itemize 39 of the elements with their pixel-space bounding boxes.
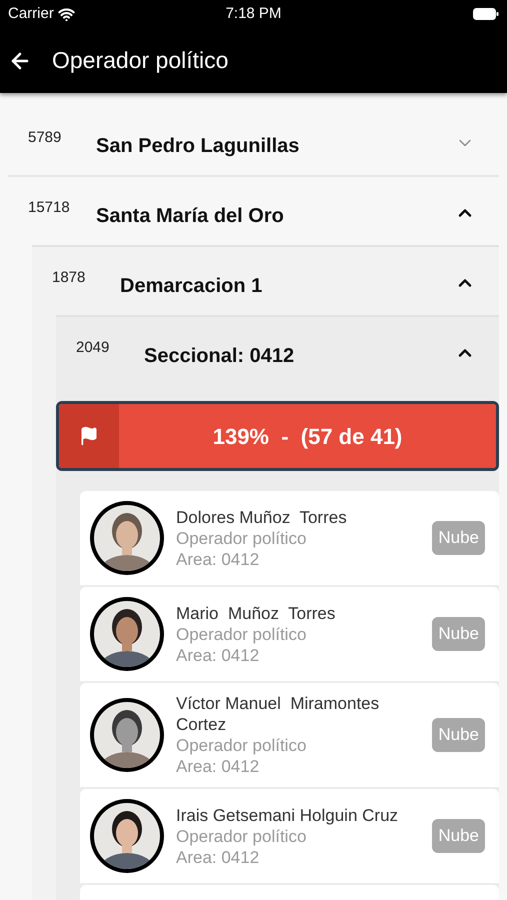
progress-text: 139% - (57 de 41)	[212, 422, 402, 451]
person-name: Mario Muñoz Torres	[176, 602, 336, 624]
item-name: Seccional: 0412	[144, 344, 296, 369]
wifi-icon	[58, 6, 75, 22]
carrier-text: Carrier	[8, 4, 54, 24]
accordion-header[interactable]: 5789 San Pedro Lagunillas	[8, 107, 499, 175]
item-code: 15718	[28, 198, 71, 218]
clock-text: 7:18 PM	[226, 4, 282, 24]
flag-icon	[79, 426, 99, 446]
person-card[interactable]: Víctor Manuel Miramontes Cortez Operador político Area: 0412 Nube	[80, 683, 499, 787]
person-role: Operador político	[176, 624, 308, 644]
status-badge: Nube	[432, 819, 485, 853]
person-area: Area: 0412	[176, 548, 420, 570]
screen-title: Operador político	[52, 46, 228, 76]
person-name: Víctor Manuel Miramontes Cortez	[176, 693, 380, 735]
person-card[interactable]: Mario Muñoz Torres Operador político Area: 0412 Nube	[80, 587, 499, 681]
status-badge: Nube	[432, 617, 485, 651]
person-card[interactable]: Dolores Muñoz Torres Operador político Area: 0412 Nube	[80, 491, 499, 585]
person-area: Area: 0412	[176, 756, 420, 777]
person-name: Dolores Muñoz Torres	[176, 506, 348, 528]
status-badge: Nube	[432, 718, 485, 752]
person-area: Area: 0412	[176, 644, 420, 666]
person-role: Operador político	[176, 735, 308, 756]
item-name: Santa María del Oro	[96, 204, 285, 229]
item-name: Demarcacion 1	[120, 274, 264, 299]
accordion-header[interactable]: 1878 Demarcacion 1	[32, 247, 499, 315]
battery-icon	[473, 8, 499, 20]
item-code: 1878	[52, 268, 86, 288]
person-role: Operador político	[176, 826, 308, 846]
person-card[interactable]: Irais Getsemani Holguin Cruz Operador político Area: 0412 Nube	[80, 789, 499, 883]
item-code: 2049	[76, 338, 110, 358]
status-badge: Nube	[432, 521, 485, 555]
accordion-header[interactable]: 2049 Seccional: 0412	[56, 317, 499, 385]
item-code: 5789	[28, 128, 62, 148]
person-name: Irais Getsemani Holguin Cruz	[176, 804, 400, 826]
item-name: San Pedro Lagunillas	[96, 134, 300, 159]
accordion-header[interactable]: 15718 Santa María del Oro	[8, 177, 499, 245]
person-area: Area: 0412	[176, 846, 420, 868]
person-role: Operador político	[176, 528, 308, 548]
